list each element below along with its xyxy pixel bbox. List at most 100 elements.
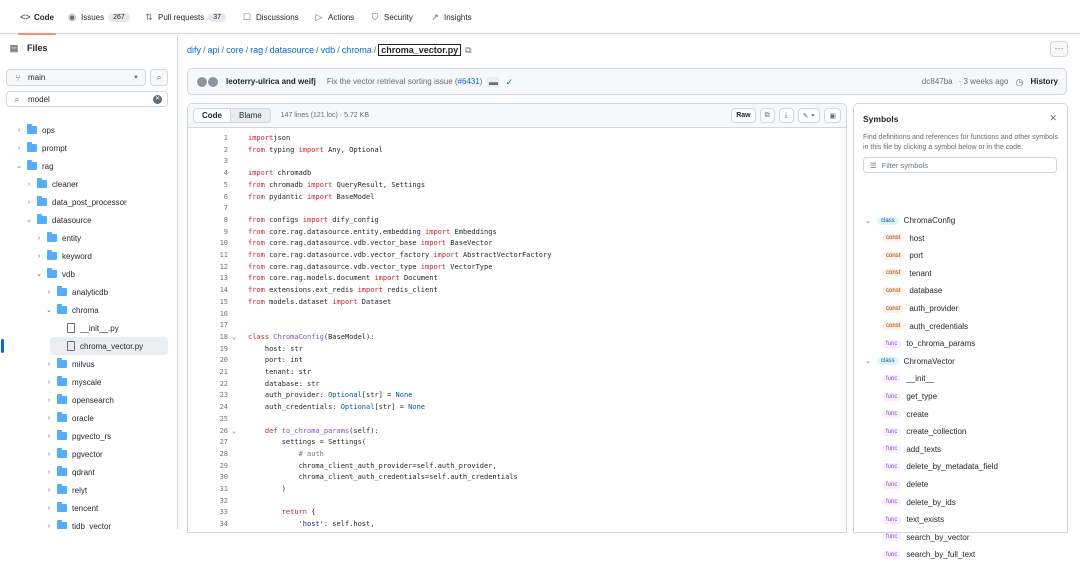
tree-item[interactable]: ⌄ datasource xyxy=(26,211,168,229)
code-line[interactable]: 28 # auth xyxy=(188,450,846,461)
code-line[interactable]: 13 from core.rag.models.document import D… xyxy=(188,274,846,285)
symbol-item[interactable]: func search_by_vector xyxy=(882,529,970,546)
code-line[interactable]: 10 from core.rag.datasource.vdb.vector_ba… xyxy=(188,239,846,250)
line-number[interactable]: 23 xyxy=(188,391,228,399)
chevron-down-icon[interactable]: ⌄ xyxy=(16,162,22,170)
line-number[interactable]: 20 xyxy=(188,356,228,364)
symbol-item[interactable]: func __init__ xyxy=(882,370,934,387)
breadcrumb-link[interactable]: core xyxy=(226,45,244,55)
edit-button[interactable]: ✎ ▼ xyxy=(797,108,821,123)
history-link[interactable]: History xyxy=(1030,77,1058,86)
file-filter-value[interactable]: model xyxy=(28,95,50,104)
tree-item[interactable]: __init__.py xyxy=(56,319,168,337)
chevron-right-icon[interactable]: › xyxy=(36,253,42,260)
fold-chevron-icon[interactable]: ⌄ xyxy=(232,427,236,435)
tree-item[interactable]: › qdrant xyxy=(46,463,168,481)
copy-path-icon[interactable]: ⧉ xyxy=(463,45,473,55)
code-line[interactable]: 34 'host': self.host, xyxy=(188,520,846,531)
code-line[interactable]: 32 xyxy=(188,497,846,508)
chevron-down-icon[interactable]: ⌄ xyxy=(865,357,872,365)
chevron-right-icon[interactable]: › xyxy=(46,523,52,530)
symbol-item[interactable]: const auth_provider xyxy=(882,300,958,317)
symbol-filter-input[interactable]: ☰ Filter symbols xyxy=(863,157,1057,173)
code-line[interactable]: 22 database: str xyxy=(188,380,846,391)
more-options-button[interactable]: ··· xyxy=(1050,41,1068,57)
commit-message[interactable]: Fix the vector retrieval sorting issue (… xyxy=(327,77,483,86)
tree-item[interactable]: › prompt xyxy=(16,139,168,157)
line-number[interactable]: 4 xyxy=(188,169,228,177)
line-number[interactable]: 17 xyxy=(188,321,228,329)
symbol-item[interactable]: const host xyxy=(882,230,924,247)
download-button[interactable]: ⤓ xyxy=(778,108,794,123)
symbol-item[interactable]: func delete_by_metadata_field xyxy=(882,458,998,475)
chevron-down-icon[interactable]: ⌄ xyxy=(46,306,52,314)
tab-security[interactable]: ⛉ Security xyxy=(370,0,413,34)
code-line[interactable]: 31 ) xyxy=(188,485,846,496)
tab-insights[interactable]: ↗ Insights xyxy=(430,0,471,34)
line-number[interactable]: 27 xyxy=(188,438,228,446)
line-number[interactable]: 9 xyxy=(188,228,228,236)
commit-sha[interactable]: dc847ba xyxy=(922,77,953,86)
tree-item[interactable]: › ops xyxy=(16,121,168,139)
symbol-item[interactable]: ⌄ class ChromaConfig xyxy=(865,212,955,229)
chevron-right-icon[interactable]: › xyxy=(46,415,52,422)
tree-item[interactable]: › tencent xyxy=(46,499,168,517)
code-line[interactable]: 1 importjson xyxy=(188,134,846,145)
code-line[interactable]: 23 auth_provider: Optional[str] = None xyxy=(188,391,846,402)
code-line[interactable]: 15 from models.dataset import Dataset xyxy=(188,298,846,309)
line-number[interactable]: 8 xyxy=(188,216,228,224)
tree-item[interactable]: › oracle xyxy=(46,409,168,427)
line-number[interactable]: 1 xyxy=(188,134,228,142)
line-number[interactable]: 30 xyxy=(188,473,228,481)
raw-button[interactable]: Raw xyxy=(731,108,756,123)
line-number[interactable]: 7 xyxy=(188,204,228,212)
tree-item[interactable]: › milvus xyxy=(46,355,168,373)
line-number[interactable]: 29 xyxy=(188,462,228,470)
chevron-right-icon[interactable]: › xyxy=(16,145,22,152)
code-line[interactable]: 14 from extensions.ext_redis import redis… xyxy=(188,286,846,297)
chevron-right-icon[interactable]: › xyxy=(46,361,52,368)
code-line[interactable]: 5 from chromadb import QueryResult, Setti… xyxy=(188,181,846,192)
branch-selector[interactable]: ⑂ main ▼ xyxy=(6,69,146,86)
chevron-right-icon[interactable]: › xyxy=(36,235,42,242)
code-line[interactable]: 33 return { xyxy=(188,508,846,519)
code-line[interactable]: 12 from core.rag.datasource.vdb.vector_ty… xyxy=(188,263,846,274)
line-number[interactable]: 28 xyxy=(188,450,228,458)
chevron-down-icon[interactable]: ⌄ xyxy=(36,270,42,278)
chevron-down-icon[interactable]: ⌄ xyxy=(26,216,32,224)
code-line[interactable]: 16 xyxy=(188,310,846,321)
tab-pull-requests[interactable]: ⇅ Pull requests 37 xyxy=(144,0,227,34)
symbol-item[interactable]: const auth_credentials xyxy=(882,318,968,335)
code-line[interactable]: 20 port: int xyxy=(188,356,846,367)
line-number[interactable]: 12 xyxy=(188,263,228,271)
line-number[interactable]: 14 xyxy=(188,286,228,294)
close-icon[interactable]: ✕ xyxy=(1049,113,1057,124)
line-number[interactable]: 33 xyxy=(188,508,228,516)
symbol-item[interactable]: func get_type xyxy=(882,388,937,405)
symbol-item[interactable]: func add_texts xyxy=(882,441,941,458)
code-line[interactable]: 27 settings = Settings( xyxy=(188,438,846,449)
line-number[interactable]: 26 xyxy=(188,427,228,435)
symbol-item[interactable]: func delete xyxy=(882,476,928,493)
line-number[interactable]: 24 xyxy=(188,403,228,411)
code-line[interactable]: 3 xyxy=(188,157,846,168)
tree-item[interactable]: › keyword xyxy=(36,247,168,265)
code-line[interactable]: 26 ⌄ def to_chroma_params(self): xyxy=(188,427,846,438)
symbol-item[interactable]: func delete_by_ids xyxy=(882,494,956,511)
sidebar-toggle-icon[interactable]: ▤ xyxy=(9,43,19,53)
tree-item[interactable]: ⌄ rag xyxy=(16,157,168,175)
commit-authors[interactable]: leoterry-ulrica and weifj xyxy=(226,77,316,86)
search-button[interactable]: ⌕ xyxy=(150,69,168,86)
line-number[interactable]: 5 xyxy=(188,181,228,189)
chevron-right-icon[interactable]: › xyxy=(46,487,52,494)
symbol-item[interactable]: func create_collection xyxy=(882,423,966,440)
symbols-toggle-button[interactable]: ▣ xyxy=(824,108,841,123)
tree-item[interactable]: › relyt xyxy=(46,481,168,499)
code-line[interactable]: 7 xyxy=(188,204,846,215)
code-line[interactable]: 9 from core.rag.datasource.entity.embeddi… xyxy=(188,228,846,239)
chevron-right-icon[interactable]: › xyxy=(46,289,52,296)
tree-item[interactable]: › pgvector xyxy=(46,445,168,463)
line-number[interactable]: 18 xyxy=(188,333,228,341)
tree-item[interactable]: chroma_vector.py xyxy=(50,337,168,355)
line-number[interactable]: 3 xyxy=(188,157,228,165)
